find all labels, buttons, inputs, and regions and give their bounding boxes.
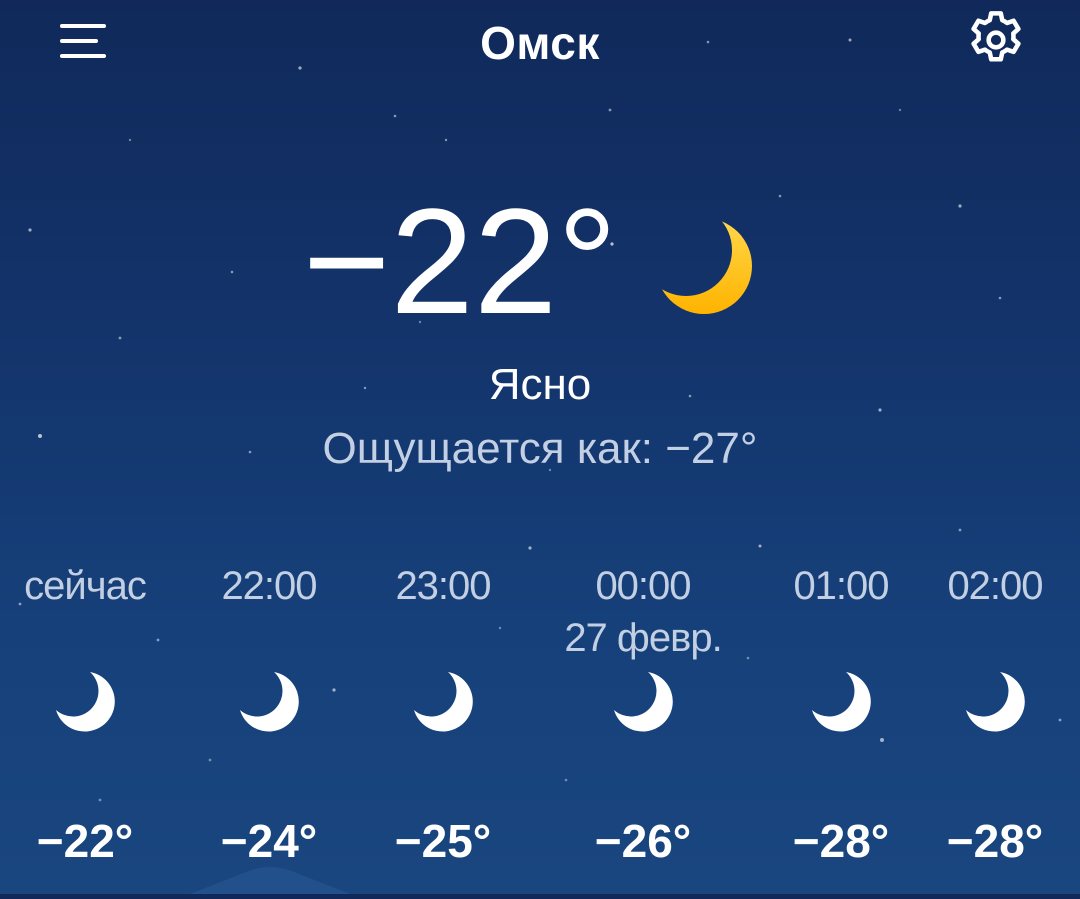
hourly-forecast[interactable]: сейчас −22° 22:00 −24° 23:00 −25° 00:00 …	[0, 560, 1080, 894]
top-bar: Омск	[0, 0, 1080, 90]
moon-icon	[960, 666, 1030, 736]
hour-temperature: −28°	[792, 815, 890, 867]
current-weather: −22°	[0, 176, 1080, 346]
hamburger-menu-icon[interactable]	[54, 14, 114, 66]
moon-icon	[608, 666, 678, 736]
city-title[interactable]: Омск	[340, 16, 740, 70]
hourly-item[interactable]: 00:00 27 февр. −26°	[558, 560, 728, 894]
hourly-item[interactable]: 01:00 −28°	[756, 560, 926, 894]
feels-like-text: Ощущается как: −27°	[322, 424, 758, 473]
hour-date: 27 февр.	[564, 616, 722, 660]
hour-temperature: −26°	[594, 815, 692, 867]
hour-time: 22:00	[221, 564, 317, 608]
moon-icon	[408, 666, 478, 736]
hour-time: сейчас	[24, 564, 147, 608]
hour-temperature: −28°	[946, 815, 1044, 867]
hour-time: 02:00	[947, 564, 1043, 608]
gear-icon[interactable]	[962, 6, 1030, 74]
hourly-item[interactable]: 23:00 −25°	[358, 560, 528, 894]
hour-temperature: −22°	[36, 815, 134, 867]
hour-time: 00:00	[595, 564, 691, 608]
hourly-item[interactable]: 02:00 −28°	[910, 560, 1080, 894]
hour-time: 01:00	[793, 564, 889, 608]
bottom-panel-peek	[190, 862, 350, 894]
current-temperature: −22°	[302, 177, 618, 345]
hour-time: 23:00	[395, 564, 491, 608]
moon-icon	[648, 208, 758, 318]
moon-icon	[234, 666, 304, 736]
moon-icon	[50, 666, 120, 736]
moon-icon	[806, 666, 876, 736]
hour-temperature: −25°	[394, 815, 492, 867]
hour-temperature: −24°	[220, 815, 318, 867]
weather-condition: Ясно	[488, 360, 592, 409]
hourly-item[interactable]: 22:00 −24°	[184, 560, 354, 894]
hourly-item[interactable]: сейчас −22°	[0, 560, 170, 894]
